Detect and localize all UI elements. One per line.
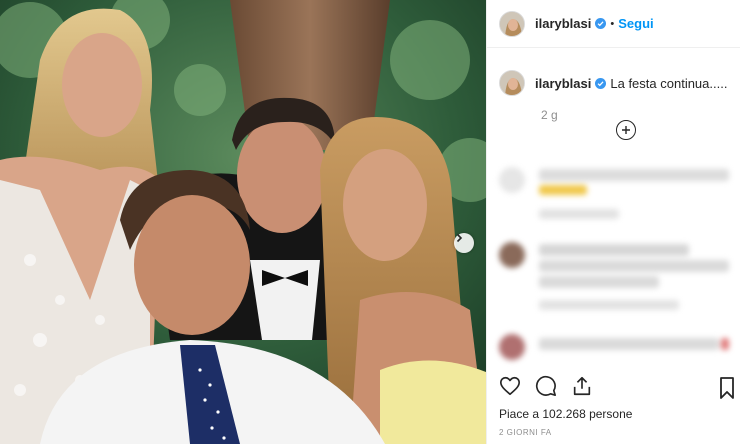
heart-icon[interactable] bbox=[499, 375, 521, 397]
caption-username[interactable]: ilaryblasi bbox=[535, 76, 591, 91]
likes-count[interactable]: Piace a 102.268 persone bbox=[499, 407, 632, 421]
bookmark-icon[interactable] bbox=[720, 377, 734, 399]
post-date[interactable]: 2 GIORNI FA bbox=[499, 428, 552, 437]
verified-badge-icon bbox=[595, 77, 607, 89]
avatar-image bbox=[500, 11, 524, 36]
plus-circle-icon bbox=[622, 126, 630, 134]
next-photo-button[interactable] bbox=[454, 233, 474, 253]
photo-illustration bbox=[0, 0, 486, 444]
blurred-comment bbox=[499, 240, 731, 320]
caption-avatar[interactable] bbox=[499, 70, 525, 96]
header-username[interactable]: ilaryblasi bbox=[535, 16, 591, 31]
caption-age: 2 g bbox=[541, 108, 558, 122]
post-side-panel: ilaryblasi • Segui ilaryblasi La festa c… bbox=[486, 0, 740, 444]
verified-badge-icon bbox=[595, 18, 607, 29]
load-more-comments-button[interactable] bbox=[616, 120, 636, 140]
avatar-image bbox=[500, 71, 524, 95]
post-header: ilaryblasi • Segui bbox=[487, 0, 740, 48]
follow-button[interactable]: Segui bbox=[618, 16, 653, 31]
blurred-comment bbox=[499, 332, 731, 364]
caption: ilaryblasi La festa continua..... bbox=[487, 48, 740, 96]
chevron-right-icon bbox=[456, 233, 463, 243]
comment-icon[interactable] bbox=[535, 375, 557, 397]
blurred-comment bbox=[499, 165, 731, 227]
avatar[interactable] bbox=[499, 10, 525, 37]
post-photo[interactable] bbox=[0, 0, 486, 444]
caption-text: La festa continua..... bbox=[610, 75, 728, 91]
share-icon[interactable] bbox=[571, 375, 593, 397]
action-bar bbox=[499, 375, 593, 397]
header-separator: • bbox=[610, 17, 615, 30]
